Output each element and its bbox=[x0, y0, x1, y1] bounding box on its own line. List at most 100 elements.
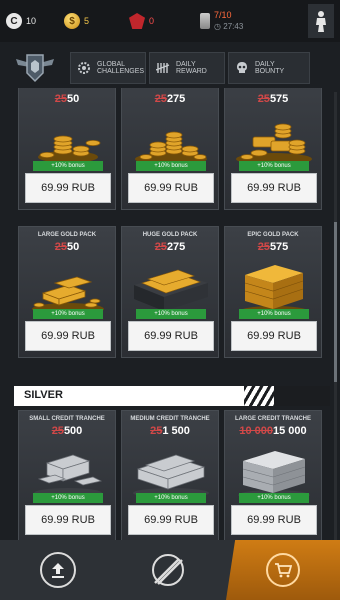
new-amount: 575 bbox=[269, 93, 289, 105]
gold-coin-icon: $ bbox=[64, 13, 81, 29]
profile-button[interactable] bbox=[308, 4, 334, 38]
shop-screen: C 10 $ 5 0 7/10 ◷ 27:43 GLOBAL CHALLENGE… bbox=[0, 0, 340, 600]
scrollbar-thumb[interactable] bbox=[334, 222, 337, 382]
fuel-counter[interactable]: 7/10 ◷ 27:43 bbox=[200, 10, 243, 32]
buy-button[interactable]: 69.99 RUB bbox=[25, 173, 111, 203]
small-credit-tranche-card[interactable]: SMALL CREDIT TRANCHE 25500 +10% bonus 69… bbox=[18, 410, 116, 542]
pack-amount: 25500 bbox=[19, 425, 115, 437]
status-bar: C 10 $ 5 0 7/10 ◷ 27:43 bbox=[0, 0, 340, 42]
gold-counter[interactable]: $ 5 bbox=[64, 13, 89, 29]
epic-gold-pack-card[interactable]: EPIC GOLD PACK 25575 +10% bonus 69.99 RU… bbox=[224, 226, 322, 358]
shop-tab-button[interactable] bbox=[226, 540, 340, 600]
gold-row-1: 2550 +10% bonus 69.99 RUB 25275 +10% bon… bbox=[18, 88, 324, 210]
new-amount: 275 bbox=[166, 93, 186, 105]
credits-counter[interactable]: C 10 bbox=[6, 13, 36, 29]
old-amount: 25 bbox=[257, 241, 270, 253]
gold-pack-card[interactable]: 2550 +10% bonus 69.99 RUB bbox=[18, 88, 116, 210]
medal-icon bbox=[129, 13, 146, 29]
large-credit-tranche-card[interactable]: LARGE CREDIT TRANCHE 10 00015 000 +10% b… bbox=[224, 410, 322, 542]
old-amount: 25 bbox=[154, 241, 167, 253]
old-amount: 25 bbox=[54, 93, 67, 105]
top-nav: GLOBAL CHALLENGES DAILY REWARD DAILY BOU… bbox=[0, 48, 340, 88]
pack-amount: 25275 bbox=[122, 93, 218, 105]
buy-button[interactable]: 69.99 RUB bbox=[231, 173, 317, 203]
pack-amount: 25275 bbox=[122, 241, 218, 253]
gear-badge-icon bbox=[77, 61, 91, 75]
bonus-badge: +10% bonus bbox=[136, 309, 206, 319]
pack-amount: 2550 bbox=[19, 241, 115, 253]
medals-value: 0 bbox=[149, 16, 155, 26]
shop-content[interactable]: 2550 +10% bonus 69.99 RUB 25275 +10% bon… bbox=[14, 88, 330, 544]
tab-label: GLOBAL CHALLENGES bbox=[97, 61, 145, 75]
silver-stack-image bbox=[238, 451, 310, 500]
gold-row-2: LARGE GOLD PACK 2550 +10% bonus 69.99 RU… bbox=[18, 226, 324, 358]
pack-amount: 251 500 bbox=[122, 425, 218, 437]
tally-icon bbox=[156, 61, 170, 75]
pack-title: SMALL CREDIT TRANCHE bbox=[29, 416, 105, 422]
huge-gold-pack-card[interactable]: HUGE GOLD PACK 25275 +10% bonus 69.99 RU… bbox=[121, 226, 219, 358]
header-accent bbox=[274, 386, 330, 406]
tab-daily-bounty[interactable]: DAILY BOUNTY bbox=[228, 52, 310, 84]
new-amount: 50 bbox=[67, 93, 80, 105]
medium-credit-tranche-card[interactable]: MEDIUM CREDIT TRANCHE 251 500 +10% bonus… bbox=[121, 410, 219, 542]
buy-button[interactable]: 69.99 RUB bbox=[128, 173, 214, 203]
shopping-cart-icon bbox=[266, 553, 300, 587]
scrollbar[interactable] bbox=[334, 92, 337, 542]
upgrade-icon bbox=[40, 552, 76, 588]
old-amount: 25 bbox=[51, 425, 64, 437]
tab-daily-reward[interactable]: DAILY REWARD bbox=[149, 52, 225, 84]
credits-value: 10 bbox=[26, 16, 37, 26]
pack-amount: 2550 bbox=[19, 93, 115, 105]
gold-bars-image bbox=[32, 276, 104, 315]
crossed-blades-icon bbox=[152, 554, 184, 586]
soldier-icon bbox=[316, 11, 326, 32]
old-amount: 25 bbox=[150, 425, 163, 437]
old-amount: 25 bbox=[154, 93, 167, 105]
new-amount: 50 bbox=[67, 241, 80, 253]
timer-value: 27:43 bbox=[223, 22, 244, 31]
bonus-badge: +10% bonus bbox=[136, 493, 206, 503]
decorative-stripes bbox=[244, 386, 274, 406]
pack-amount: 25575 bbox=[225, 241, 321, 253]
new-amount: 500 bbox=[63, 425, 83, 437]
pack-title: LARGE CREDIT TRANCHE bbox=[235, 416, 311, 422]
old-amount: 25 bbox=[54, 241, 67, 253]
skull-icon bbox=[235, 61, 249, 75]
buy-button[interactable]: 69.99 RUB bbox=[231, 321, 317, 351]
pack-title: HUGE GOLD PACK bbox=[142, 232, 198, 238]
hangar-button[interactable] bbox=[146, 548, 190, 592]
tab-label: DAILY BOUNTY bbox=[255, 61, 285, 75]
silver-section-header: SILVER bbox=[14, 386, 330, 406]
gold-pack-card[interactable]: 25275 +10% bonus 69.99 RUB bbox=[121, 88, 219, 210]
upgrade-button[interactable] bbox=[36, 548, 80, 592]
fuel-barrel-icon bbox=[200, 13, 211, 29]
buy-button[interactable]: 69.99 RUB bbox=[25, 505, 111, 535]
bottom-bar bbox=[0, 540, 340, 600]
buy-button[interactable]: 69.99 RUB bbox=[25, 321, 111, 351]
section-title: SILVER bbox=[24, 389, 63, 401]
bonus-badge: +10% bonus bbox=[136, 161, 206, 171]
buy-button[interactable]: 69.99 RUB bbox=[128, 321, 214, 351]
bonus-badge: +10% bonus bbox=[33, 493, 103, 503]
new-amount: 1 500 bbox=[162, 425, 190, 437]
medals-counter[interactable]: 0 bbox=[129, 13, 154, 29]
pack-title: LARGE GOLD PACK bbox=[37, 232, 97, 238]
large-gold-pack-card[interactable]: LARGE GOLD PACK 2550 +10% bonus 69.99 RU… bbox=[18, 226, 116, 358]
buy-button[interactable]: 69.99 RUB bbox=[231, 505, 317, 535]
pack-title: MEDIUM CREDIT TRANCHE bbox=[130, 416, 210, 422]
gold-pack-card[interactable]: 25575 +10% bonus 69.99 RUB bbox=[224, 88, 322, 210]
tab-global-challenges[interactable]: GLOBAL CHALLENGES bbox=[70, 52, 146, 84]
old-amount: 10 000 bbox=[239, 425, 273, 437]
gold-crate-image bbox=[134, 269, 208, 311]
bonus-badge: +10% bonus bbox=[239, 493, 309, 503]
old-amount: 25 bbox=[257, 93, 270, 105]
squadron-emblem[interactable] bbox=[0, 48, 70, 88]
pack-amount: 25575 bbox=[225, 93, 321, 105]
gold-coins-image bbox=[38, 135, 101, 163]
tab-label: DAILY REWARD bbox=[176, 61, 207, 75]
silver-bars-image bbox=[34, 454, 103, 498]
buy-button[interactable]: 69.99 RUB bbox=[128, 505, 214, 535]
fuel-value: 7/10 bbox=[214, 10, 232, 20]
bonus-badge: +10% bonus bbox=[33, 309, 103, 319]
bonus-badge: +10% bonus bbox=[239, 309, 309, 319]
